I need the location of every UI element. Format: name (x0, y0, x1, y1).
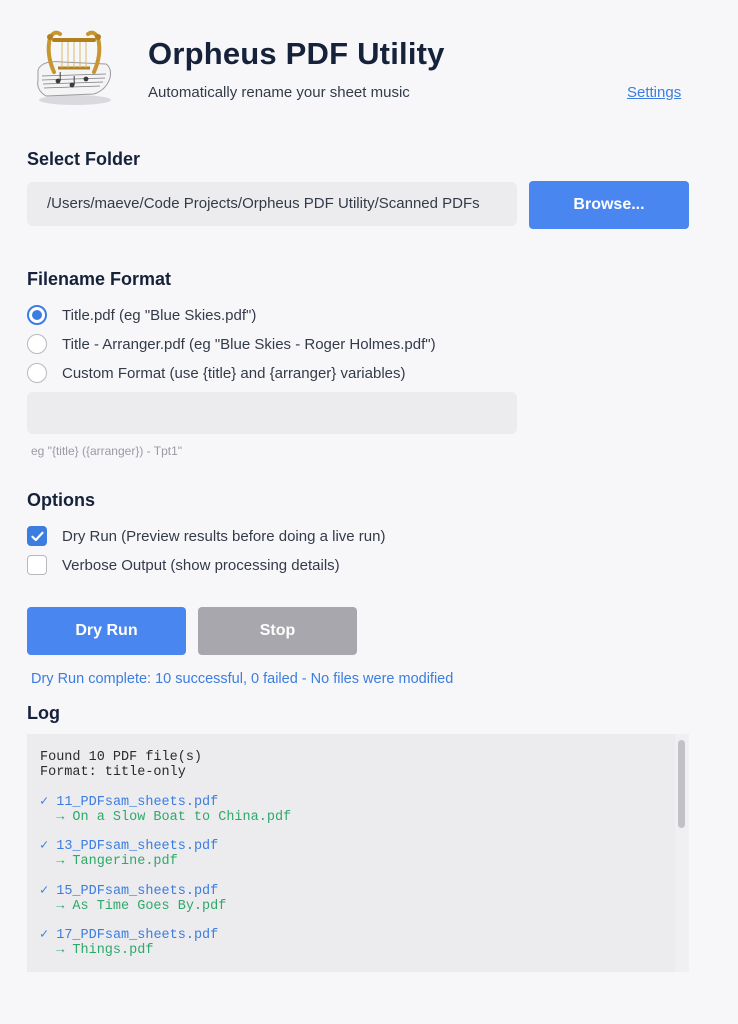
log-source-file: ✓ 11_PDFsam_sheets.pdf (40, 794, 219, 810)
format-option-label: Title - Arranger.pdf (eg "Blue Skies - R… (62, 335, 436, 353)
browse-button[interactable]: Browse... (529, 181, 689, 229)
log-source-file: ✓ 17_PDFsam_sheets.pdf (40, 928, 219, 943)
log-scrollbar-thumb[interactable] (678, 740, 685, 828)
radio-button-selected[interactable] (27, 305, 47, 325)
radio-button[interactable] (27, 334, 47, 354)
checkmark-icon (30, 531, 44, 541)
log-renamed-file: → As Time Goes By.pdf (40, 898, 227, 914)
checkbox[interactable] (27, 555, 47, 575)
log-renamed-file: → On a Slow Boat to China.pdf (40, 809, 292, 825)
radio-button[interactable] (27, 363, 47, 383)
log-heading: Log (27, 703, 60, 723)
log-entry: ✓ 15_PDFsam_sheets.pdf → As Time Goes By… (40, 884, 670, 914)
folder-path-field[interactable]: /Users/maeve/Code Projects/Orpheus PDF U… (27, 182, 517, 226)
format-option-label: Custom Format (use {title} and {arranger… (62, 364, 406, 382)
app-header: Orpheus PDF Utility Automatically rename… (0, 0, 738, 120)
custom-format-input[interactable] (27, 392, 517, 434)
log-renamed-file: → Tangerine.pdf (40, 854, 178, 869)
verbose-label: Verbose Output (show processing details) (62, 556, 340, 574)
verbose-option[interactable]: Verbose Output (show processing details) (27, 554, 340, 576)
status-message: Dry Run complete: 10 successful, 0 faile… (31, 671, 454, 687)
log-entry: ✓ 13_PDFsam_sheets.pdf → Tangerine.pdf (40, 839, 670, 869)
select-folder-heading: Select Folder (27, 149, 141, 169)
format-option-custom[interactable]: Custom Format (use {title} and {arranger… (27, 362, 406, 384)
format-option-title[interactable]: Title.pdf (eg "Blue Skies.pdf") (27, 304, 256, 326)
log-content: Found 10 PDF file(s) Format: title-only … (40, 750, 670, 972)
log-scrollbar[interactable] (675, 734, 689, 972)
filename-format-heading: Filename Format (27, 269, 172, 289)
dry-run-label: Dry Run (Preview results before doing a … (62, 527, 386, 545)
dry-run-option[interactable]: Dry Run (Preview results before doing a … (27, 525, 385, 547)
log-output[interactable]: Found 10 PDF file(s) Format: title-only … (27, 734, 689, 972)
format-option-label: Title.pdf (eg "Blue Skies.pdf") (62, 306, 257, 324)
dry-run-button[interactable]: Dry Run (27, 607, 186, 655)
log-line: Format: title-only (40, 765, 186, 780)
app-subtitle: Automatically rename your sheet music (148, 84, 410, 101)
log-entry: ✓ 17_PDFsam_sheets.pdf → Things.pdf (40, 928, 670, 958)
log-source-file: ✓ 13_PDFsam_sheets.pdf (40, 839, 219, 854)
app-title: Orpheus PDF Utility (148, 36, 445, 71)
stop-button[interactable]: Stop (198, 607, 357, 655)
checkbox-checked[interactable] (27, 526, 47, 546)
log-renamed-file: → Things.pdf (40, 943, 154, 958)
format-option-title-arranger[interactable]: Title - Arranger.pdf (eg "Blue Skies - R… (27, 333, 436, 355)
log-line: Found 10 PDF file(s) (40, 750, 203, 765)
lyre-sheet-music-icon (32, 24, 118, 108)
custom-format-hint: eg "{title} ({arranger}) - Tpt1" (31, 444, 183, 458)
options-heading: Options (27, 490, 95, 510)
log-source-file: ✓ 15_PDFsam_sheets.pdf (40, 883, 219, 899)
settings-link[interactable]: Settings (627, 84, 681, 101)
log-entry: ✓ 11_PDFsam_sheets.pdf → On a Slow Boat … (40, 795, 670, 825)
